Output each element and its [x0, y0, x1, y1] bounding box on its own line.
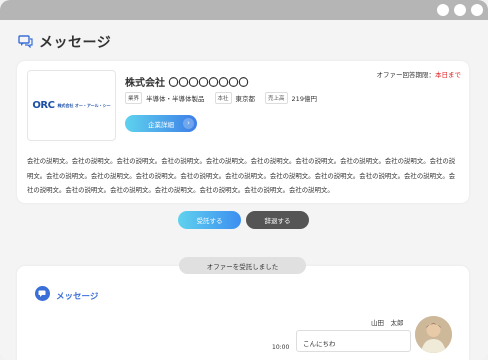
window-control-2[interactable]: [454, 4, 466, 16]
deadline-label: オファー回答期限：: [376, 71, 436, 79]
offer-deadline: オファー回答期限：本日まで: [377, 69, 462, 79]
company-description: 会社の説明文。会社の説明文。会社の説明文。会社の説明文。会社の説明文。会社の説明…: [27, 157, 456, 194]
deadline-value: 本日まで: [435, 71, 461, 79]
tag-revenue-value: 219億円: [291, 95, 317, 103]
page-title: メッセージ: [39, 35, 112, 51]
app-window: メッセージ ORC 株式会社 オー・アール・シー 株式会社 〇〇〇〇〇〇〇〇 オ…: [0, 0, 488, 360]
tag-hq-value: 東京都: [235, 95, 256, 103]
chat-bubble-icon: [35, 286, 50, 305]
message-time: 10:00: [272, 344, 290, 351]
page-header: メッセージ: [18, 31, 111, 53]
company-detail-button[interactable]: 企業詳細 ›: [125, 115, 197, 132]
offer-card: ORC 株式会社 オー・アール・シー 株式会社 〇〇〇〇〇〇〇〇 オファー回答期…: [17, 61, 469, 203]
logo-text: 株式会社 オー・アール・シー: [57, 102, 111, 108]
decline-button[interactable]: 辞退する: [246, 211, 309, 229]
thread-header: メッセージ: [35, 286, 98, 305]
company-detail-label: 企業詳細: [148, 120, 174, 129]
logo-mark: ORC: [32, 100, 55, 111]
company-tags: 業界 半導体・半導体製品 本社 東京都 売上高 219億円: [125, 92, 323, 104]
accept-button[interactable]: 受託する: [178, 211, 241, 229]
message-bubble: こんにちわ: [296, 330, 411, 352]
window-control-3[interactable]: [471, 4, 483, 16]
tag-hq-key: 本社: [214, 92, 232, 104]
window-control-1[interactable]: [437, 4, 449, 16]
avatar[interactable]: [415, 316, 452, 353]
company-name: 株式会社 〇〇〇〇〇〇〇〇: [125, 78, 249, 89]
tag-industry-key: 業界: [125, 92, 143, 104]
chevron-right-icon: ›: [183, 118, 194, 129]
tag-industry-value: 半導体・半導体製品: [146, 95, 205, 103]
tag-revenue-key: 売上高: [265, 92, 288, 104]
thread-title: メッセージ: [56, 291, 99, 302]
title-bar: [0, 0, 488, 20]
status-badge: オファーを受託しました: [179, 257, 306, 274]
chat-icon: [18, 33, 33, 52]
company-logo: ORC 株式会社 オー・アール・シー: [27, 70, 116, 141]
message-sender: 山田 太郎: [371, 319, 404, 327]
